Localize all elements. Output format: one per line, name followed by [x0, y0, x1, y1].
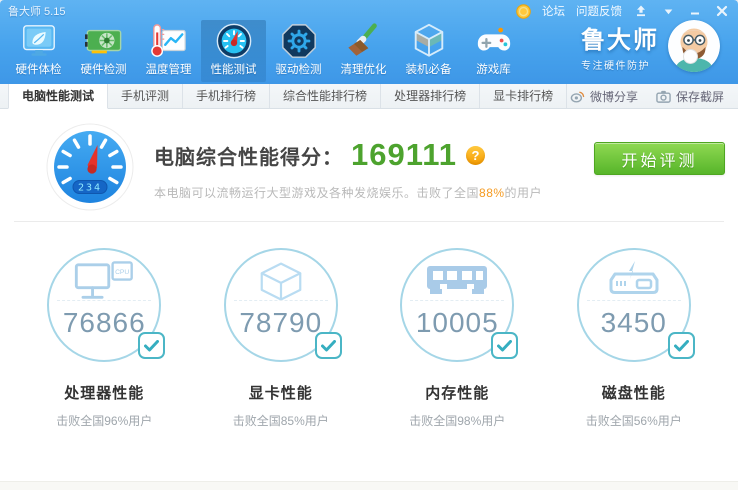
tab-phone-review[interactable]: 手机评测 [108, 84, 184, 108]
memory-score-label: 内存性能 [425, 385, 490, 402]
forum-link[interactable]: 论坛 [542, 3, 565, 19]
window-chrome: 鲁大师 5.15 论坛 问题反馈 硬件体检 硬件检测 温度管理 性能测试 驱动检… [0, 0, 738, 84]
mascot-avatar [668, 20, 720, 72]
circle-divider [233, 300, 328, 301]
skin-menu-icon[interactable] [660, 4, 676, 18]
score-cards: CPU 76866 处理器性能 击败全国96%用户 78790 显卡性能 击败全… [0, 222, 738, 429]
tab-cpu-ranking[interactable]: 处理器排行榜 [381, 84, 481, 108]
score-subtitle: 本电脑可以流畅运行大型游戏及各种发烧娱乐。击败了全国88%的用户 [154, 184, 542, 201]
gauge-badge-value: 234 [78, 183, 102, 194]
circle-divider [586, 300, 681, 301]
cpu-icon: CPU [49, 250, 159, 300]
toolbar-label: 游戏库 [476, 64, 511, 76]
tab-bar: 电脑性能测试 手机评测 手机排行榜 综合性能排行榜 处理器排行榜 显卡排行榜 微… [0, 84, 738, 109]
subtitle-text: 本电脑可以流畅运行大型游戏及各种发烧娱乐。击败了全国 [154, 186, 480, 200]
toolbar-label: 装机必备 [405, 64, 452, 76]
toolbar-item-temperature[interactable]: 温度管理 [136, 20, 201, 82]
minimize-button[interactable] [687, 4, 703, 18]
score-card-disk: 3450 磁盘性能 击败全国56%用户 [546, 248, 723, 429]
gpu-score-circle: 78790 [223, 248, 342, 362]
coin-icon[interactable] [515, 3, 531, 19]
gpu-beat-text: 击败全国85%用户 [232, 414, 329, 428]
window-title: 鲁大师 5.15 [8, 6, 66, 18]
score-card-gpu: 78790 显卡性能 击败全国85%用户 [193, 248, 370, 429]
brand-tagline: 专注硬件防护 [581, 61, 650, 72]
title-bar: 鲁大师 5.15 论坛 问题反馈 [0, 0, 738, 20]
gpu-cube-icon [226, 250, 336, 301]
check-icon [314, 332, 342, 359]
disk-score-circle: 3450 [576, 248, 695, 362]
main-content: 234 电脑综合性能得分： 169111 ? 本电脑可以流畅运行大型游戏及各种发… [0, 109, 738, 481]
beat-percentage: 88% [479, 186, 505, 200]
check-icon [138, 332, 166, 359]
weibo-share-button[interactable]: 微博分享 [570, 88, 638, 105]
disk-icon [579, 250, 689, 300]
subtitle-suffix: 的用户 [504, 186, 543, 200]
gpu-card-icon [84, 22, 123, 60]
thermometer-icon [150, 22, 188, 60]
score-header: 234 电脑综合性能得分： 169111 ? 本电脑可以流畅运行大型游戏及各种发… [0, 109, 738, 213]
weibo-share-label: 微博分享 [589, 89, 638, 104]
cpu-beat-text: 击败全国96%用户 [56, 414, 153, 428]
circle-divider [57, 300, 152, 301]
tab-phone-ranking[interactable]: 手机排行榜 [183, 84, 271, 108]
overall-score-value: 169111 [351, 137, 458, 172]
toolbar-item-game-library[interactable]: 游戏库 [461, 20, 526, 82]
taskbar-edge [0, 481, 738, 490]
check-icon [667, 332, 695, 359]
app-window: 鲁大师 5.15 论坛 问题反馈 硬件体检 硬件检测 温度管理 性能测试 驱动检… [0, 0, 738, 490]
toolbar-label: 温度管理 [145, 64, 192, 76]
gamepad-icon [475, 22, 513, 60]
cpu-score-circle: CPU 76866 [47, 248, 166, 362]
toolbar-label: 硬件检测 [80, 64, 127, 76]
cpu-score-label: 处理器性能 [64, 385, 145, 402]
toolbar-item-pc-builder[interactable]: 装机必备 [396, 20, 461, 82]
help-icon[interactable]: ? [466, 145, 486, 165]
gauge-icon [215, 22, 253, 60]
broom-icon [345, 22, 383, 60]
toolbar-item-hardware-checkup[interactable]: 硬件体检 [6, 20, 71, 82]
start-benchmark-button[interactable]: 开始评测 [594, 142, 725, 175]
cube-icon [410, 22, 448, 60]
tab-gpu-ranking[interactable]: 显卡排行榜 [480, 84, 568, 108]
feedback-link[interactable]: 问题反馈 [576, 3, 622, 19]
close-button[interactable] [714, 4, 730, 18]
brand-logo-text: 鲁大师 [581, 27, 659, 54]
tab-overall-ranking[interactable]: 综合性能排行榜 [270, 84, 382, 108]
disk-score-label: 磁盘性能 [601, 385, 666, 402]
update-icon[interactable] [633, 4, 649, 18]
score-card-cpu: CPU 76866 处理器性能 击败全国96%用户 [16, 248, 193, 429]
save-screenshot-label: 保存截屏 [675, 89, 724, 104]
score-card-memory: 10005 内存性能 击败全国98%用户 [369, 248, 546, 429]
gpu-score-label: 显卡性能 [248, 385, 313, 402]
toolbar-item-driver-check[interactable]: 驱动检测 [266, 20, 331, 82]
memory-beat-text: 击败全国98%用户 [409, 414, 506, 428]
toolbar-item-hardware-test[interactable]: 硬件检测 [71, 20, 136, 82]
memory-score-circle: 10005 [400, 248, 519, 362]
monitor-leaf-icon [20, 22, 58, 60]
weibo-icon [570, 91, 585, 103]
gear-hexagon-icon [280, 22, 318, 60]
overall-score-title: 电脑综合性能得分： [154, 146, 343, 169]
toolbar-label: 性能测试 [210, 64, 257, 76]
speedometer-icon: 234 [46, 123, 134, 211]
tab-pc-performance-test[interactable]: 电脑性能测试 [8, 84, 109, 109]
cpu-chip-label: CPU [115, 269, 129, 276]
disk-beat-text: 击败全国56%用户 [585, 414, 682, 428]
main-toolbar: 硬件体检 硬件检测 温度管理 性能测试 驱动检测 清理优化 装机必备 游戏库 鲁… [0, 20, 738, 84]
toolbar-item-cleanup[interactable]: 清理优化 [331, 20, 396, 82]
memory-icon [402, 250, 512, 300]
camera-icon [656, 90, 671, 103]
toolbar-label: 驱动检测 [275, 64, 322, 76]
toolbar-item-performance-test[interactable]: 性能测试 [201, 20, 266, 82]
toolbar-label: 清理优化 [340, 64, 387, 76]
brand-area: 鲁大师 专注硬件防护 [581, 20, 732, 72]
save-screenshot-button[interactable]: 保存截屏 [656, 88, 724, 105]
check-icon [491, 332, 519, 359]
toolbar-label: 硬件体检 [15, 64, 62, 76]
circle-divider [410, 300, 505, 301]
